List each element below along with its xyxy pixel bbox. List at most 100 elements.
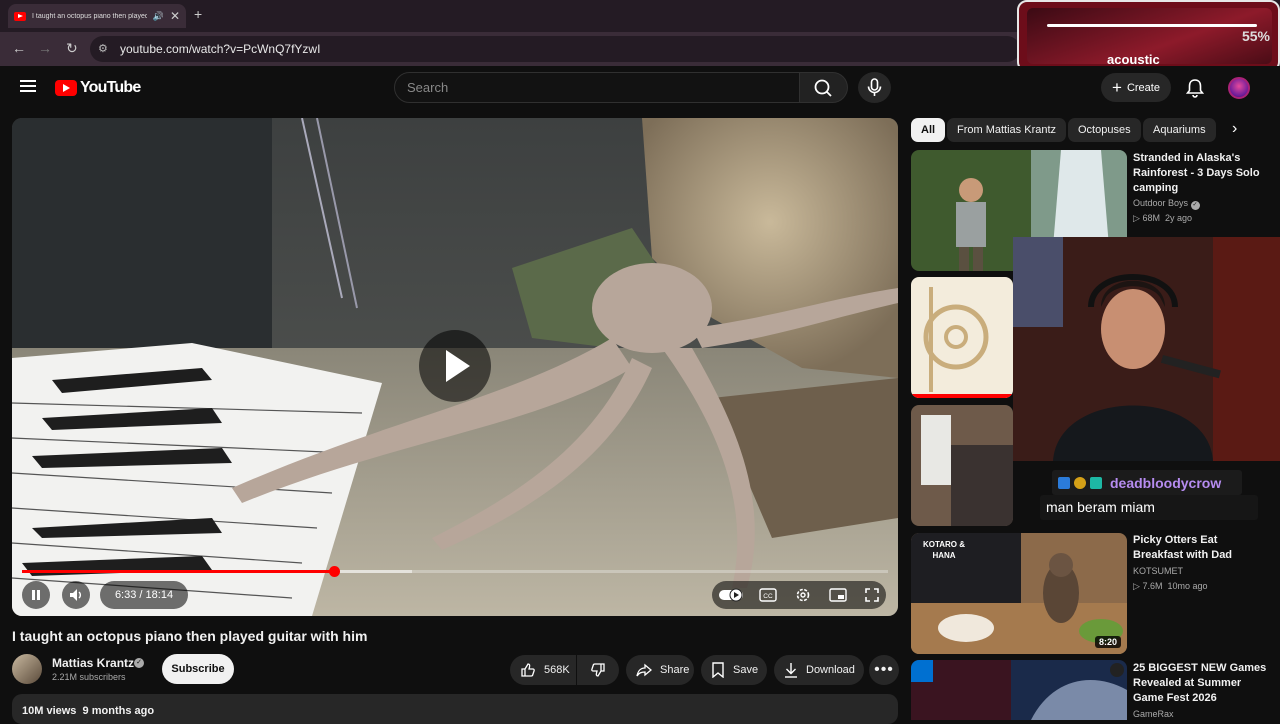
url-field[interactable]: ⚙ youtube.com/watch?v=PcWnQ7fYzwI <box>90 36 1020 62</box>
close-tab-icon[interactable]: ✕ <box>170 9 180 23</box>
badge-icon <box>1074 476 1086 489</box>
save-button[interactable]: Save <box>701 655 767 685</box>
rec-thumbnail-games[interactable] <box>911 660 1127 720</box>
rec-thumbnail-wooden-machine[interactable] <box>911 277 1013 398</box>
duration: 18:14 <box>145 589 174 601</box>
time-separator: / <box>136 589 146 601</box>
dislike-button[interactable] <box>577 655 619 685</box>
channel-name[interactable]: Mattias Krantz <box>52 656 134 670</box>
search-input[interactable]: Search <box>394 72 800 103</box>
rec-title[interactable]: 25 BIGGEST NEW Games Revealed at Summer … <box>1133 661 1268 706</box>
play-count-icon: ▷ <box>1133 213 1140 223</box>
current-time: 6:33 <box>114 589 137 601</box>
search-button[interactable] <box>800 72 848 103</box>
rec-views: 7.6M <box>1142 581 1163 591</box>
guitar-string-graphic <box>1047 24 1257 27</box>
view-count: 10M views <box>22 705 77 717</box>
wooden-machine-thumbnail-graphic <box>911 277 1013 398</box>
played-bar <box>22 570 334 573</box>
user-avatar[interactable] <box>1228 77 1250 99</box>
chip-from-channel[interactable]: From Mattias Krantz <box>947 118 1067 142</box>
save-label: Save <box>733 664 759 676</box>
rec-age: 2y ago <box>1164 213 1192 223</box>
chip-aquariums[interactable]: Aquariums <box>1143 118 1216 142</box>
thumbs-up-icon <box>521 663 535 677</box>
overlay-label: acoustic <box>1107 52 1160 67</box>
reload-icon[interactable]: ↻ <box>66 40 78 57</box>
volume-icon <box>70 589 81 601</box>
download-button[interactable]: Download <box>774 655 864 685</box>
video-player[interactable]: 6:33 / 18:14 CC <box>12 118 898 616</box>
youtube-favicon-icon <box>14 11 26 21</box>
microphone-icon <box>867 78 882 96</box>
search-icon <box>814 79 832 97</box>
right-controls: CC <box>712 581 886 609</box>
browser-tab[interactable]: I taught an octopus piano then played gu… <box>8 4 186 28</box>
rec-channel[interactable]: GameRax <box>1133 709 1174 719</box>
captions-icon[interactable]: CC <box>759 588 777 602</box>
guitar-thumbnail-graphic <box>911 405 1013 526</box>
rec-title[interactable]: Picky Otters Eat Breakfast with Dad <box>1133 533 1268 563</box>
settings-gear-icon[interactable] <box>795 587 811 603</box>
create-button[interactable]: + Create <box>1101 73 1171 102</box>
play-button-overlay[interactable] <box>419 330 491 402</box>
view-count-date: 10M views 9 months ago <box>22 705 154 717</box>
download-label: Download <box>806 664 855 676</box>
subscriber-count: 2.21M subscribers <box>52 672 126 682</box>
verified-check-icon: ✓ <box>1190 201 1200 210</box>
new-tab-icon[interactable]: + <box>194 6 202 22</box>
chip-octopuses[interactable]: Octopuses <box>1068 118 1141 142</box>
share-label: Share <box>660 664 690 676</box>
chat-username: deadbloodycrow <box>1110 474 1222 491</box>
like-count: 568K <box>544 664 570 676</box>
rec-thumbnail-otters[interactable]: KOTARO & HANA 8:20 <box>911 533 1127 654</box>
forward-arrow-icon[interactable]: → <box>38 40 52 56</box>
svg-text:CC: CC <box>763 593 773 600</box>
more-actions-button[interactable]: ••• <box>869 655 899 685</box>
logo-text: YouTube <box>80 79 141 96</box>
rec-channel[interactable]: KOTSUMET <box>1133 566 1183 576</box>
youtube-logo[interactable]: YouTube <box>55 79 141 97</box>
share-arrow-icon <box>636 663 652 677</box>
thumbs-down-icon <box>591 663 605 677</box>
hamburger-menu-icon[interactable] <box>20 80 36 93</box>
verified-check-icon: ✓ <box>134 658 144 668</box>
upload-age: 9 months ago <box>82 705 155 717</box>
like-button[interactable]: 568K <box>510 655 576 685</box>
share-button[interactable]: Share <box>626 655 694 685</box>
play-count-icon: ▷ <box>1133 581 1140 591</box>
bell-icon <box>1185 79 1205 98</box>
download-icon <box>785 663 797 678</box>
scrubber-handle[interactable] <box>328 566 340 577</box>
subscribe-button[interactable]: Subscribe <box>162 654 234 684</box>
autoplay-toggle-icon[interactable] <box>719 588 747 602</box>
back-arrow-icon[interactable]: ← <box>12 40 26 56</box>
rec-title[interactable]: Stranded in Alaska's Rainforest - 3 Days… <box>1133 151 1268 196</box>
chevron-right-icon[interactable]: › <box>1232 120 1237 138</box>
rec-channel-name: Outdoor Boys <box>1133 198 1189 208</box>
duration-badge: 8:20 <box>1094 636 1121 648</box>
plus-icon: + <box>1112 77 1122 97</box>
miniplayer-icon[interactable] <box>829 588 847 602</box>
youtube-play-logo-icon <box>55 80 77 96</box>
fullscreen-icon[interactable] <box>865 588 879 602</box>
notifications-button[interactable] <box>1185 78 1205 103</box>
rec-channel[interactable]: Outdoor Boys ✓ <box>1133 198 1200 210</box>
channel-avatar[interactable] <box>12 654 42 684</box>
time-text: 6:33 / 18:14 <box>103 589 185 601</box>
pause-icon <box>32 590 40 600</box>
rec-meta: ▷ 68M 2y ago <box>1133 213 1192 224</box>
chat-username-row: deadbloodycrow <box>1052 470 1242 495</box>
site-settings-icon[interactable]: ⚙ <box>98 36 108 62</box>
speaker-icon[interactable]: 🔊 <box>153 11 164 22</box>
progress-bar[interactable] <box>22 566 888 577</box>
voice-search-button[interactable] <box>858 72 891 103</box>
badge-icon <box>1058 476 1070 489</box>
chip-all[interactable]: All <box>911 118 946 142</box>
chat-message: man beram miam <box>1040 495 1258 520</box>
rec-age: 10mo ago <box>1167 581 1208 591</box>
pause-button[interactable] <box>22 581 50 609</box>
volume-button[interactable] <box>62 581 90 609</box>
create-label: Create <box>1126 81 1160 94</box>
rec-thumbnail-guitar[interactable] <box>911 405 1013 526</box>
